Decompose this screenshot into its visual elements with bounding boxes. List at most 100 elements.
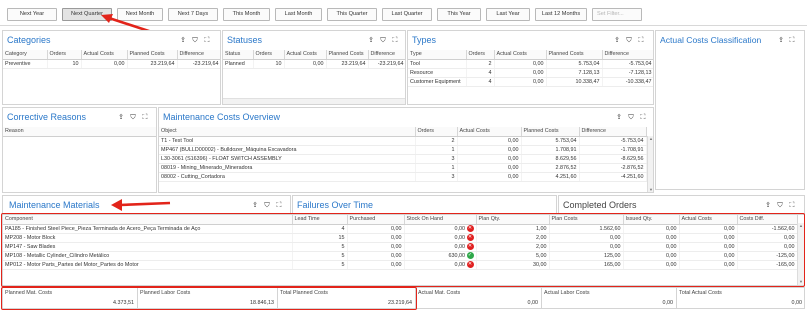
cell: 2.876,52 (521, 163, 580, 173)
col-header[interactable]: Actual Costs (457, 127, 522, 137)
col-header[interactable]: Planned Costs (127, 50, 178, 60)
filter-last-quarter[interactable]: Last Quarter (382, 8, 432, 21)
col-header[interactable]: Orders (466, 50, 495, 60)
table-row[interactable]: 08019 - Mining_Minerado_Mineradora 1 0,0… (159, 163, 647, 173)
panel-title: Failures Over Time (297, 200, 374, 210)
table-row[interactable]: L30-3061 (S16396) - FLOAT SWITCH ASSEMBL… (159, 154, 647, 164)
cell: 1 (415, 145, 458, 155)
export-icon[interactable]: ⇪ (764, 202, 772, 210)
filter-last-12-months[interactable]: Last 12 Months (535, 8, 587, 21)
expand-icon[interactable]: ⛶ (203, 37, 211, 45)
expand-icon[interactable]: ⛶ (141, 114, 149, 122)
col-header[interactable]: Planned Costs (521, 127, 580, 137)
filter-icon[interactable]: ⛉ (129, 114, 137, 122)
cell: 4 (466, 77, 495, 87)
col-header[interactable]: Difference (368, 50, 405, 60)
summary-value: 0,00 (527, 300, 539, 306)
filter-last-month[interactable]: Last Month (275, 8, 322, 21)
export-icon[interactable]: ⇪ (179, 37, 187, 45)
expand-icon[interactable]: ⛶ (788, 202, 796, 210)
filter-icon[interactable]: ⛉ (625, 37, 633, 45)
export-icon[interactable]: ⇪ (251, 202, 259, 210)
col-header[interactable]: Orders (415, 127, 458, 137)
failures-over-time-panel: Failures Over Time (292, 195, 557, 215)
table-row[interactable]: Tool 2 0,00 5.753,04 -5.753,04 (408, 59, 653, 69)
filter-icon[interactable]: ⛉ (776, 202, 784, 210)
filter-this-month[interactable]: This Month (223, 8, 270, 21)
col-header[interactable]: Difference (602, 50, 653, 60)
export-icon[interactable]: ⇪ (367, 37, 375, 45)
cell: 3 (415, 154, 458, 164)
summary-value: 0,00 (791, 300, 803, 306)
cell: 23.219,64 (326, 59, 369, 69)
table-row[interactable]: Preventive 10 0,00 23.219,64 -23.219,64 (3, 59, 220, 69)
table-row[interactable]: Customer Equipment 4 0,00 10.338,47 -10.… (408, 77, 653, 87)
table-row[interactable]: T1 - Test Tool 2 0,00 5.753,04 -5.753,04 (159, 136, 647, 146)
cell: Customer Equipment (408, 77, 467, 87)
col-header[interactable]: Object (159, 127, 416, 137)
scroll-up-icon[interactable]: ▲ (648, 136, 653, 142)
filter-last-year[interactable]: Last Year (486, 8, 530, 21)
panel-title: Actual Costs Classification (660, 35, 762, 45)
cell: -5.753,04 (602, 59, 653, 69)
expand-icon[interactable]: ⛶ (275, 202, 283, 210)
cell: Planned (223, 59, 254, 69)
export-icon[interactable]: ⇪ (117, 114, 125, 122)
cell: 0,00 (494, 59, 547, 69)
cell: 4.251,60 (521, 172, 580, 182)
col-header[interactable]: Planned Costs (546, 50, 603, 60)
cell: 0,00 (284, 59, 327, 69)
export-icon[interactable]: ⇪ (613, 37, 621, 45)
table-row[interactable]: Planned 10 0,00 23.219,64 -23.219,64 (223, 59, 405, 69)
export-icon[interactable]: ⇪ (777, 37, 785, 45)
cell: -10.338,47 (602, 77, 653, 87)
cell: 0,00 (457, 154, 522, 164)
expand-icon[interactable]: ⛶ (391, 37, 399, 45)
cell: 2 (415, 136, 458, 146)
cell: -8.629,56 (579, 154, 647, 164)
cell: 3 (415, 172, 458, 182)
col-header[interactable]: Orders (47, 50, 82, 60)
filter-icon[interactable]: ⛉ (263, 202, 271, 210)
expand-icon[interactable]: ⛶ (788, 37, 796, 45)
col-header[interactable]: Planned Costs (326, 50, 369, 60)
cell: Tool (408, 59, 467, 69)
col-header[interactable]: Actual Costs (81, 50, 128, 60)
corrective-reasons-table: Reason (3, 127, 156, 137)
panel-title: Categories (7, 35, 51, 45)
vertical-scrollbar[interactable]: ▲ ▼ (647, 136, 653, 192)
filter-this-quarter[interactable]: This Quarter (327, 8, 377, 21)
statuses-panel: Statuses ⇪ ⛉ ⛶ Status Orders Actual Cost… (222, 30, 406, 105)
filter-next-7-days[interactable]: Next 7 Days (168, 8, 218, 21)
scroll-down-icon[interactable]: ▼ (648, 187, 653, 192)
filter-this-year[interactable]: This Year (437, 8, 481, 21)
cell: 10 (47, 59, 82, 69)
table-row[interactable]: 08002 - Cutting_Cortadora 3 0,00 4.251,6… (159, 172, 647, 182)
col-header[interactable]: Category (3, 50, 48, 60)
filter-icon[interactable]: ⛉ (627, 114, 635, 122)
set-filter-input[interactable]: Set Filter... (592, 8, 642, 21)
col-header[interactable]: Actual Costs (494, 50, 547, 60)
filter-next-year[interactable]: Next Year (7, 8, 57, 21)
corrective-reasons-panel: Corrective Reasons ⇪ ⛉ ⛶ Reason (2, 107, 157, 193)
col-header[interactable]: Difference (177, 50, 220, 60)
expand-icon[interactable]: ⛶ (639, 114, 647, 122)
panel-title: Maintenance Materials (9, 200, 100, 210)
horizontal-scrollbar[interactable] (223, 98, 405, 104)
cell: 23.219,64 (127, 59, 178, 69)
col-header[interactable]: Orders (253, 50, 285, 60)
summary-cell: Total Actual Costs 0,00 (677, 288, 804, 308)
table-row[interactable]: Resource 4 0,00 7.128,13 -7.128,13 (408, 68, 653, 78)
cell: 5.753,04 (521, 136, 580, 146)
filter-icon[interactable]: ⛉ (379, 37, 387, 45)
export-icon[interactable]: ⇪ (615, 114, 623, 122)
table-row[interactable]: MP467 (BULLD00002) - Bulldozer_Máquina E… (159, 145, 647, 155)
expand-icon[interactable]: ⛶ (637, 37, 645, 45)
col-header[interactable]: Actual Costs (284, 50, 327, 60)
col-header[interactable]: Type (408, 50, 467, 60)
col-header[interactable]: Status (223, 50, 254, 60)
types-panel: Types ⇪ ⛉ ⛶ Type Orders Actual Costs Pla… (407, 30, 654, 105)
col-header[interactable]: Reason (3, 127, 156, 137)
filter-icon[interactable]: ⛉ (191, 37, 199, 45)
col-header[interactable]: Difference (579, 127, 647, 137)
